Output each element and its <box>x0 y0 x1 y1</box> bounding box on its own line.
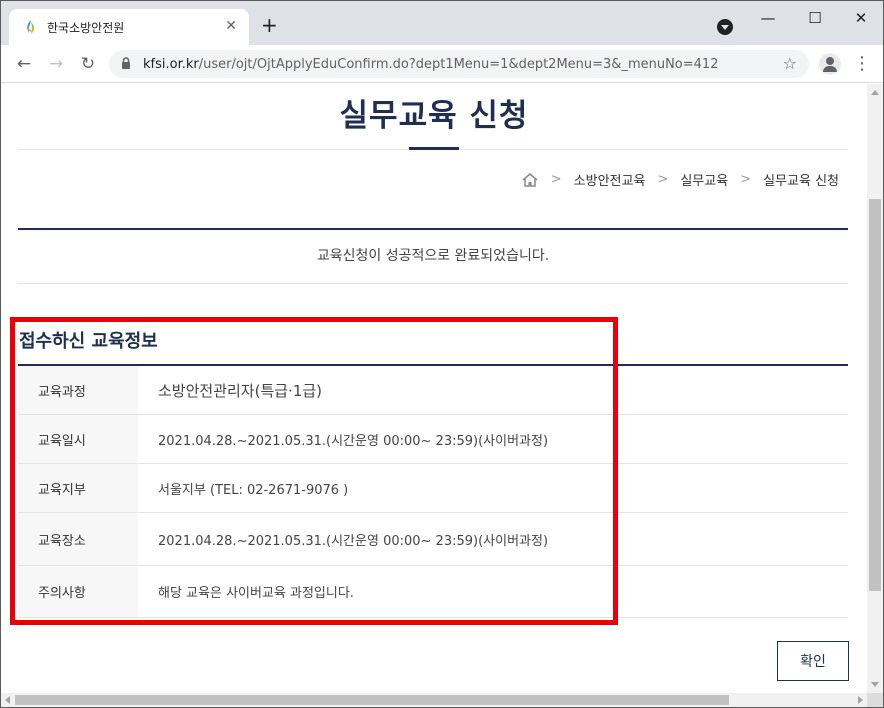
kfsi-favicon-icon <box>27 20 35 34</box>
profile-icon[interactable] <box>819 53 841 75</box>
info-label: 교육일시 <box>18 415 138 463</box>
horizontal-scrollbar[interactable] <box>1 693 867 707</box>
section-title: 접수하신 교육정보 <box>19 331 158 352</box>
info-value: 2021.04.28.~2021.05.31.(시간운영 00:00~ 23:5… <box>158 433 549 449</box>
confirm-button[interactable]: 확인 <box>777 641 849 681</box>
close-window-button[interactable]: ✕ <box>847 7 875 29</box>
url-path: /user/ojt/OjtApplyEduConfirm.do?dept1Men… <box>198 57 719 72</box>
info-label: 주의사항 <box>18 566 138 617</box>
close-tab-icon[interactable]: ✕ <box>225 17 237 35</box>
scroll-right-arrow-icon[interactable] <box>858 696 863 704</box>
tab-search-icon[interactable] <box>717 19 733 35</box>
page-viewport: 실무교육 신청 > 소방안전교육 > 실무교육 > 실무교육 신청 교육신청이 … <box>1 84 867 693</box>
scrollbar-corner <box>867 693 883 707</box>
page-title: 실무교육 신청 <box>339 98 529 134</box>
url-text: kfsi.or.kr/user/ojt/OjtApplyEduConfirm.d… <box>143 57 718 72</box>
maximize-button[interactable]: ☐ <box>801 7 829 29</box>
browser-toolbar: ← → ↻ kfsi.or.kr/user/ojt/OjtApplyEduCon… <box>1 45 883 83</box>
info-label: 교육장소 <box>18 513 138 565</box>
breadcrumb-item-practical-education[interactable]: 실무교육 <box>680 170 728 189</box>
info-value: 해당 교육은 사이버교육 과정입니다. <box>158 586 354 601</box>
breadcrumb-separator: > <box>657 172 669 187</box>
scroll-down-arrow-icon[interactable] <box>871 682 879 687</box>
vertical-scrollbar[interactable] <box>867 84 883 693</box>
info-value: 서울지부 (TEL: 02-2671-9076 ) <box>158 482 349 498</box>
info-value: 2021.04.28.~2021.05.31.(시간운영 00:00~ 23:5… <box>158 533 549 549</box>
lock-icon <box>122 57 130 69</box>
breadcrumb: > 소방안전교육 > 실무교육 > 실무교육 신청 <box>521 170 839 189</box>
browser-menu-icon[interactable]: ⋮ <box>853 53 871 75</box>
tab-strip: 한국소방안전원 ✕ + — ☐ ✕ <box>1 1 883 45</box>
info-label: 교육지부 <box>18 464 138 512</box>
scroll-up-arrow-icon[interactable] <box>871 90 879 95</box>
message-divider <box>18 283 848 284</box>
info-row-branch: 교육지부 서울지부 (TEL: 02-2671-9076 ) <box>18 464 848 513</box>
breadcrumb-separator: > <box>550 172 562 187</box>
info-label: 교육과정 <box>18 366 138 414</box>
info-row-location: 교육장소 2021.04.28.~2021.05.31.(시간운영 00:00~… <box>18 513 848 566</box>
tab-title: 한국소방안전원 <box>47 21 125 35</box>
success-message: 교육신청이 성공적으로 완료되었습니다. <box>316 248 550 264</box>
breadcrumb-item-fire-safety-education[interactable]: 소방안전교육 <box>574 170 646 189</box>
browser-tab[interactable]: 한국소방안전원 ✕ <box>9 9 249 45</box>
reload-button[interactable]: ↻ <box>77 53 99 75</box>
back-button[interactable]: ← <box>13 53 35 75</box>
breadcrumb-separator: > <box>740 172 752 187</box>
scroll-left-arrow-icon[interactable] <box>5 696 10 704</box>
info-row-datetime: 교육일시 2021.04.28.~2021.05.31.(시간운영 00:00~… <box>18 415 848 464</box>
info-value: 소방안전관리자(특급·1급) <box>158 381 323 400</box>
home-icon[interactable] <box>521 172 539 188</box>
info-row-course: 교육과정 소방안전관리자(특급·1급) <box>18 366 848 415</box>
browser-window: 한국소방안전원 ✕ + — ☐ ✕ ← → ↻ kfsi.or.kr/user/… <box>0 0 884 708</box>
forward-button[interactable]: → <box>45 53 67 75</box>
new-tab-button[interactable]: + <box>261 15 278 35</box>
vertical-scroll-thumb[interactable] <box>869 199 881 591</box>
address-bar[interactable]: kfsi.or.kr/user/ojt/OjtApplyEduConfirm.d… <box>109 50 809 78</box>
url-host: kfsi.or.kr <box>143 57 199 72</box>
info-row-notice: 주의사항 해당 교육은 사이버교육 과정입니다. <box>18 566 848 618</box>
breadcrumb-item-application[interactable]: 실무교육 신청 <box>763 170 839 189</box>
minimize-button[interactable]: — <box>754 7 782 29</box>
bookmark-star-icon[interactable]: ☆ <box>783 54 797 73</box>
content-divider <box>18 228 848 230</box>
title-accent-bar <box>409 147 459 150</box>
horizontal-scroll-thumb[interactable] <box>15 695 729 705</box>
